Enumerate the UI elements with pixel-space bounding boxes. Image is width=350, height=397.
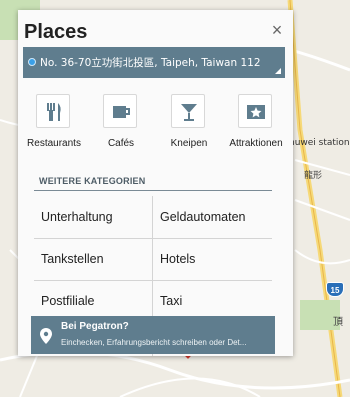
category-unterhaltung[interactable]: Unterhaltung	[34, 196, 153, 238]
map-area-label-2: 頂	[333, 317, 343, 328]
location-pin-icon	[40, 328, 52, 344]
dialog-title: Places	[24, 21, 88, 43]
category-tile	[103, 94, 137, 128]
checkin-bar[interactable]: Bei Pegatron? Einchecken, Erfahrungsberi…	[31, 316, 275, 354]
map-area-label: 龍形	[304, 171, 323, 181]
category-kneipen[interactable]: Kneipen	[155, 90, 223, 160]
cocktail-glass-icon	[181, 104, 197, 121]
category-tile	[36, 94, 70, 128]
checkin-subtitle: Einchecken, Erfahrungsbericht schreiben …	[61, 338, 247, 347]
location-text: No. 36-70立功街北投區, Taipeh, Taiwan 112	[40, 57, 261, 69]
section-divider	[34, 190, 272, 191]
section-header: WEITERE KATEGORIEN	[39, 176, 146, 186]
category-geldautomaten[interactable]: Geldautomaten	[153, 196, 272, 238]
category-hotels[interactable]: Hotels	[153, 238, 272, 280]
category-tile	[171, 94, 205, 128]
category-restaurants[interactable]: Restaurants	[20, 90, 88, 160]
checkin-title: Bei Pegatron?	[61, 321, 129, 332]
close-button[interactable]: ×	[267, 20, 287, 40]
places-dialog: Places × No. 36-70立功街北投區, Taipeh, Taiwan…	[18, 10, 293, 356]
star-ticket-icon	[247, 105, 265, 119]
location-selector[interactable]: No. 36-70立功街北投區, Taipeh, Taiwan 112	[23, 47, 285, 78]
dropdown-corner-icon	[275, 68, 281, 74]
category-label: Cafés	[107, 138, 135, 149]
category-attraktionen[interactable]: Attraktionen	[222, 90, 290, 160]
category-tankstellen[interactable]: Tankstellen	[34, 238, 153, 280]
route-shield: 15	[326, 282, 344, 297]
category-cafes[interactable]: Cafés	[87, 90, 155, 160]
location-dot-icon	[28, 58, 36, 66]
coffee-cup-icon	[113, 106, 130, 118]
category-row: Restaurants Cafés Kneipen Attraktionen	[18, 90, 293, 160]
map-station-label: huwei station	[289, 138, 350, 148]
category-label: Restaurants	[27, 138, 81, 149]
category-label: Kneipen	[170, 138, 208, 149]
category-tile	[238, 94, 272, 128]
category-label: Attraktionen	[229, 138, 283, 149]
fork-knife-icon	[47, 103, 61, 121]
